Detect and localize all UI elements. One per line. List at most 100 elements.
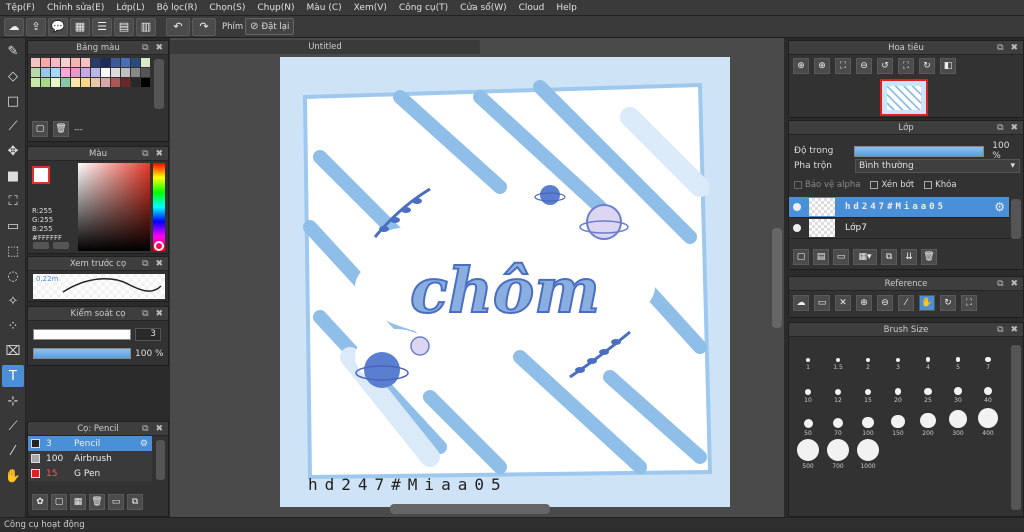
color-swatch[interactable] [91, 68, 100, 77]
reference-cloud-icon[interactable]: ☁ [793, 295, 809, 311]
rotate-left-icon[interactable]: ↺ [877, 58, 893, 74]
color-swatch[interactable] [41, 68, 50, 77]
color-swatch[interactable] [131, 78, 140, 87]
color-swatch[interactable] [101, 78, 110, 87]
swatch-grid[interactable] [28, 55, 152, 88]
merge-layer-icon[interactable]: ⇊ [901, 249, 917, 265]
panel-close-icon[interactable]: ⧉ ✖ [142, 422, 165, 436]
reference-hand-icon[interactable]: ✋ [919, 295, 935, 311]
panel-close-icon[interactable]: ⧉ ✖ [142, 307, 165, 321]
brush-size-cell[interactable]: 5 [943, 339, 973, 372]
color-swatch[interactable] [131, 58, 140, 67]
menu-item[interactable]: Công cụ(T) [393, 3, 454, 13]
reference-zoom-in-icon[interactable]: ⊕ [856, 295, 872, 311]
brush-size-cell[interactable]: 40 [973, 372, 1003, 405]
color-swatch[interactable] [61, 68, 70, 77]
brush-size-cell[interactable]: 1000 [853, 438, 883, 471]
brush-size-cell[interactable]: 2 [853, 339, 883, 372]
panel-close-icon[interactable]: ⧉ ✖ [997, 323, 1020, 337]
color-swatch[interactable] [31, 58, 40, 67]
zoom-out-icon[interactable]: ⊖ [856, 58, 872, 74]
color-swatch[interactable] [101, 58, 110, 67]
move-tool-icon[interactable]: ✥ [2, 140, 24, 162]
hand-tool-icon[interactable]: ✋ [2, 465, 24, 487]
menu-item[interactable]: Chỉnh sửa(E) [41, 3, 110, 13]
delete-layer-icon[interactable]: 🗑 [921, 249, 937, 265]
redo-icon[interactable]: ↷ [192, 17, 216, 36]
brush-size-cell[interactable]: 20 [883, 372, 913, 405]
brush-size-cell[interactable]: 150 [883, 405, 913, 438]
operation-tool-icon[interactable]: ⊹ [2, 390, 24, 412]
panel-close-icon[interactable]: ⧉ ✖ [997, 41, 1020, 55]
menu-item[interactable]: Lớp(L) [110, 3, 150, 13]
brush-size-slider[interactable] [33, 329, 131, 340]
panel-icon[interactable]: ▥ [136, 17, 156, 36]
reference-open-icon[interactable]: ▭ [814, 295, 830, 311]
hue-slider[interactable] [153, 163, 165, 251]
flip-icon[interactable]: ◧ [940, 58, 956, 74]
canvas-vertical-scrollbar[interactable] [772, 228, 782, 328]
color-swatch[interactable] [71, 78, 80, 87]
panel-close-icon[interactable]: ⧉ ✖ [142, 41, 165, 55]
brush-size-cell[interactable]: 12 [823, 372, 853, 405]
color-swatch[interactable] [111, 68, 120, 77]
brush-item[interactable]: 100 Airbrush [28, 451, 152, 466]
eyedrop-color-icon[interactable] [53, 242, 69, 249]
brush-size-cell[interactable]: 1.5 [823, 339, 853, 372]
brush-size-cell[interactable]: 500 [793, 438, 823, 471]
eraser-tool-icon[interactable]: ◇ [2, 65, 24, 87]
color-swatch[interactable] [31, 78, 40, 87]
menu-item[interactable]: Chọn(S) [203, 3, 251, 13]
brush-size-cell[interactable]: 70 [823, 405, 853, 438]
panel-close-icon[interactable]: ⧉ ✖ [142, 147, 165, 161]
bucket-tool-icon[interactable]: ⛶ [2, 190, 24, 212]
color-swatch[interactable] [101, 68, 110, 77]
brush-size-cell[interactable]: 1 [793, 339, 823, 372]
color-swatch[interactable] [41, 78, 50, 87]
clipping-checkbox[interactable]: Xén bớt [870, 180, 914, 190]
color-swatch[interactable] [61, 58, 70, 67]
color-swatch[interactable] [141, 78, 150, 87]
brush-size-cell[interactable]: 400 [973, 405, 1003, 438]
brush-size-cell[interactable]: 300 [943, 405, 973, 438]
menu-item[interactable]: Cửa sổ(W) [454, 3, 512, 13]
brush-size-cell[interactable]: 15 [853, 372, 883, 405]
rotate-right-icon[interactable]: ↻ [919, 58, 935, 74]
lock-checkbox[interactable]: Khóa [924, 180, 957, 190]
color-swatch[interactable] [71, 58, 80, 67]
eye-icon[interactable] [793, 203, 801, 211]
gear-icon[interactable]: ⚙ [140, 439, 148, 449]
fit-screen-icon[interactable]: ⛶ [898, 58, 914, 74]
layer-row[interactable]: hd247#Miaa05 ⚙ [789, 197, 1009, 218]
export-icon[interactable]: ⇪ [26, 17, 46, 36]
brush-size-cell[interactable]: 50 [793, 405, 823, 438]
color-swatch[interactable] [81, 68, 90, 77]
brush-item[interactable]: 15 G Pen [28, 466, 152, 481]
color-swatch[interactable] [111, 78, 120, 87]
rect-tool-icon[interactable]: □ [2, 90, 24, 112]
color-swatch[interactable] [71, 68, 80, 77]
canvas-tab[interactable]: Untitled [170, 40, 480, 54]
brush-size-cell[interactable]: 200 [913, 405, 943, 438]
new-palette-icon[interactable]: ▢ [32, 121, 48, 137]
layer-add-menu-icon[interactable]: ▦▾ [853, 249, 877, 265]
new-halftone-layer-icon[interactable]: ▤ [813, 249, 829, 265]
brush-size-cell[interactable]: 100 [853, 405, 883, 438]
grid-icon[interactable]: ▦ [70, 17, 90, 36]
color-swatch[interactable] [41, 58, 50, 67]
select-eraser-tool-icon[interactable]: ⌧ [2, 340, 24, 362]
protect-alpha-checkbox[interactable]: Bảo vệ alpha [794, 180, 860, 190]
color-swatch[interactable] [141, 58, 150, 67]
canvas-area[interactable]: Untitled chôm hd247#Miaa05 [170, 38, 784, 518]
fill-shape-tool-icon[interactable]: ■ [2, 165, 24, 187]
new-folder-icon[interactable]: ▭ [833, 249, 849, 265]
select-pen-tool-icon[interactable]: ⁘ [2, 315, 24, 337]
text-tool-icon[interactable]: T [2, 365, 24, 387]
saturation-value-picker[interactable] [78, 163, 150, 251]
duplicate-layer-icon[interactable]: ⧉ [881, 249, 897, 265]
brush-size-cell[interactable]: 3 [883, 339, 913, 372]
delete-palette-icon[interactable]: 🗑 [53, 121, 69, 137]
color-swatch[interactable] [141, 68, 150, 77]
layer-opacity-slider[interactable] [854, 145, 985, 157]
color-swatch[interactable] [51, 78, 60, 87]
